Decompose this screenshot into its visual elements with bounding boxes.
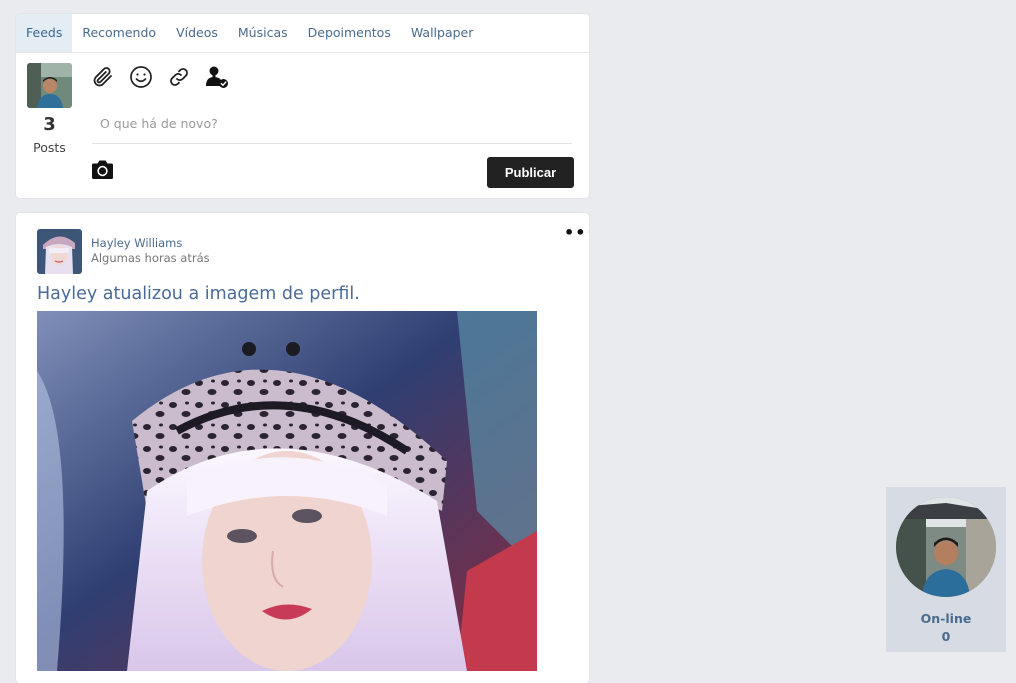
online-widget[interactable]: On-line 0 [886,487,1006,652]
user-check-icon[interactable] [204,64,230,90]
tab-depoimentos[interactable]: Depoimentos [298,14,401,52]
status-composer: Feeds Recomendo Vídeos Músicas Depoiment… [16,14,589,198]
paperclip-icon[interactable] [90,64,116,90]
more-options-icon[interactable]: ••• [564,223,589,242]
post-author[interactable]: Hayley Williams [91,236,182,250]
tab-musicas[interactable]: Músicas [228,14,298,52]
tab-recomendo[interactable]: Recomendo [72,14,166,52]
posts-count: 3 [43,114,56,135]
publish-button[interactable]: Publicar [487,157,574,188]
avatar[interactable] [37,229,82,274]
feed-post: Hayley Williams Algumas horas atrás ••• … [16,213,589,683]
avatar[interactable] [27,63,72,108]
tab-feeds[interactable]: Feeds [16,14,73,52]
composer-tools [90,64,230,90]
post-time: Algumas horas atrás [91,251,210,265]
online-label: On-line [920,611,972,626]
post-text: Hayley atualizou a imagem de perfil. [37,284,360,304]
camera-icon[interactable] [90,159,115,185]
posts-label: Posts [33,140,66,155]
avatar[interactable] [896,497,996,597]
link-icon[interactable] [166,64,192,90]
tab-wallpaper[interactable]: Wallpaper [401,14,484,52]
tab-videos[interactable]: Vídeos [166,14,228,52]
feed-tabs: Feeds Recomendo Vídeos Músicas Depoiment… [16,14,589,53]
online-count: 0 [941,629,951,644]
status-input[interactable] [92,104,572,144]
smiley-icon[interactable] [128,64,154,90]
post-image[interactable] [37,311,537,671]
